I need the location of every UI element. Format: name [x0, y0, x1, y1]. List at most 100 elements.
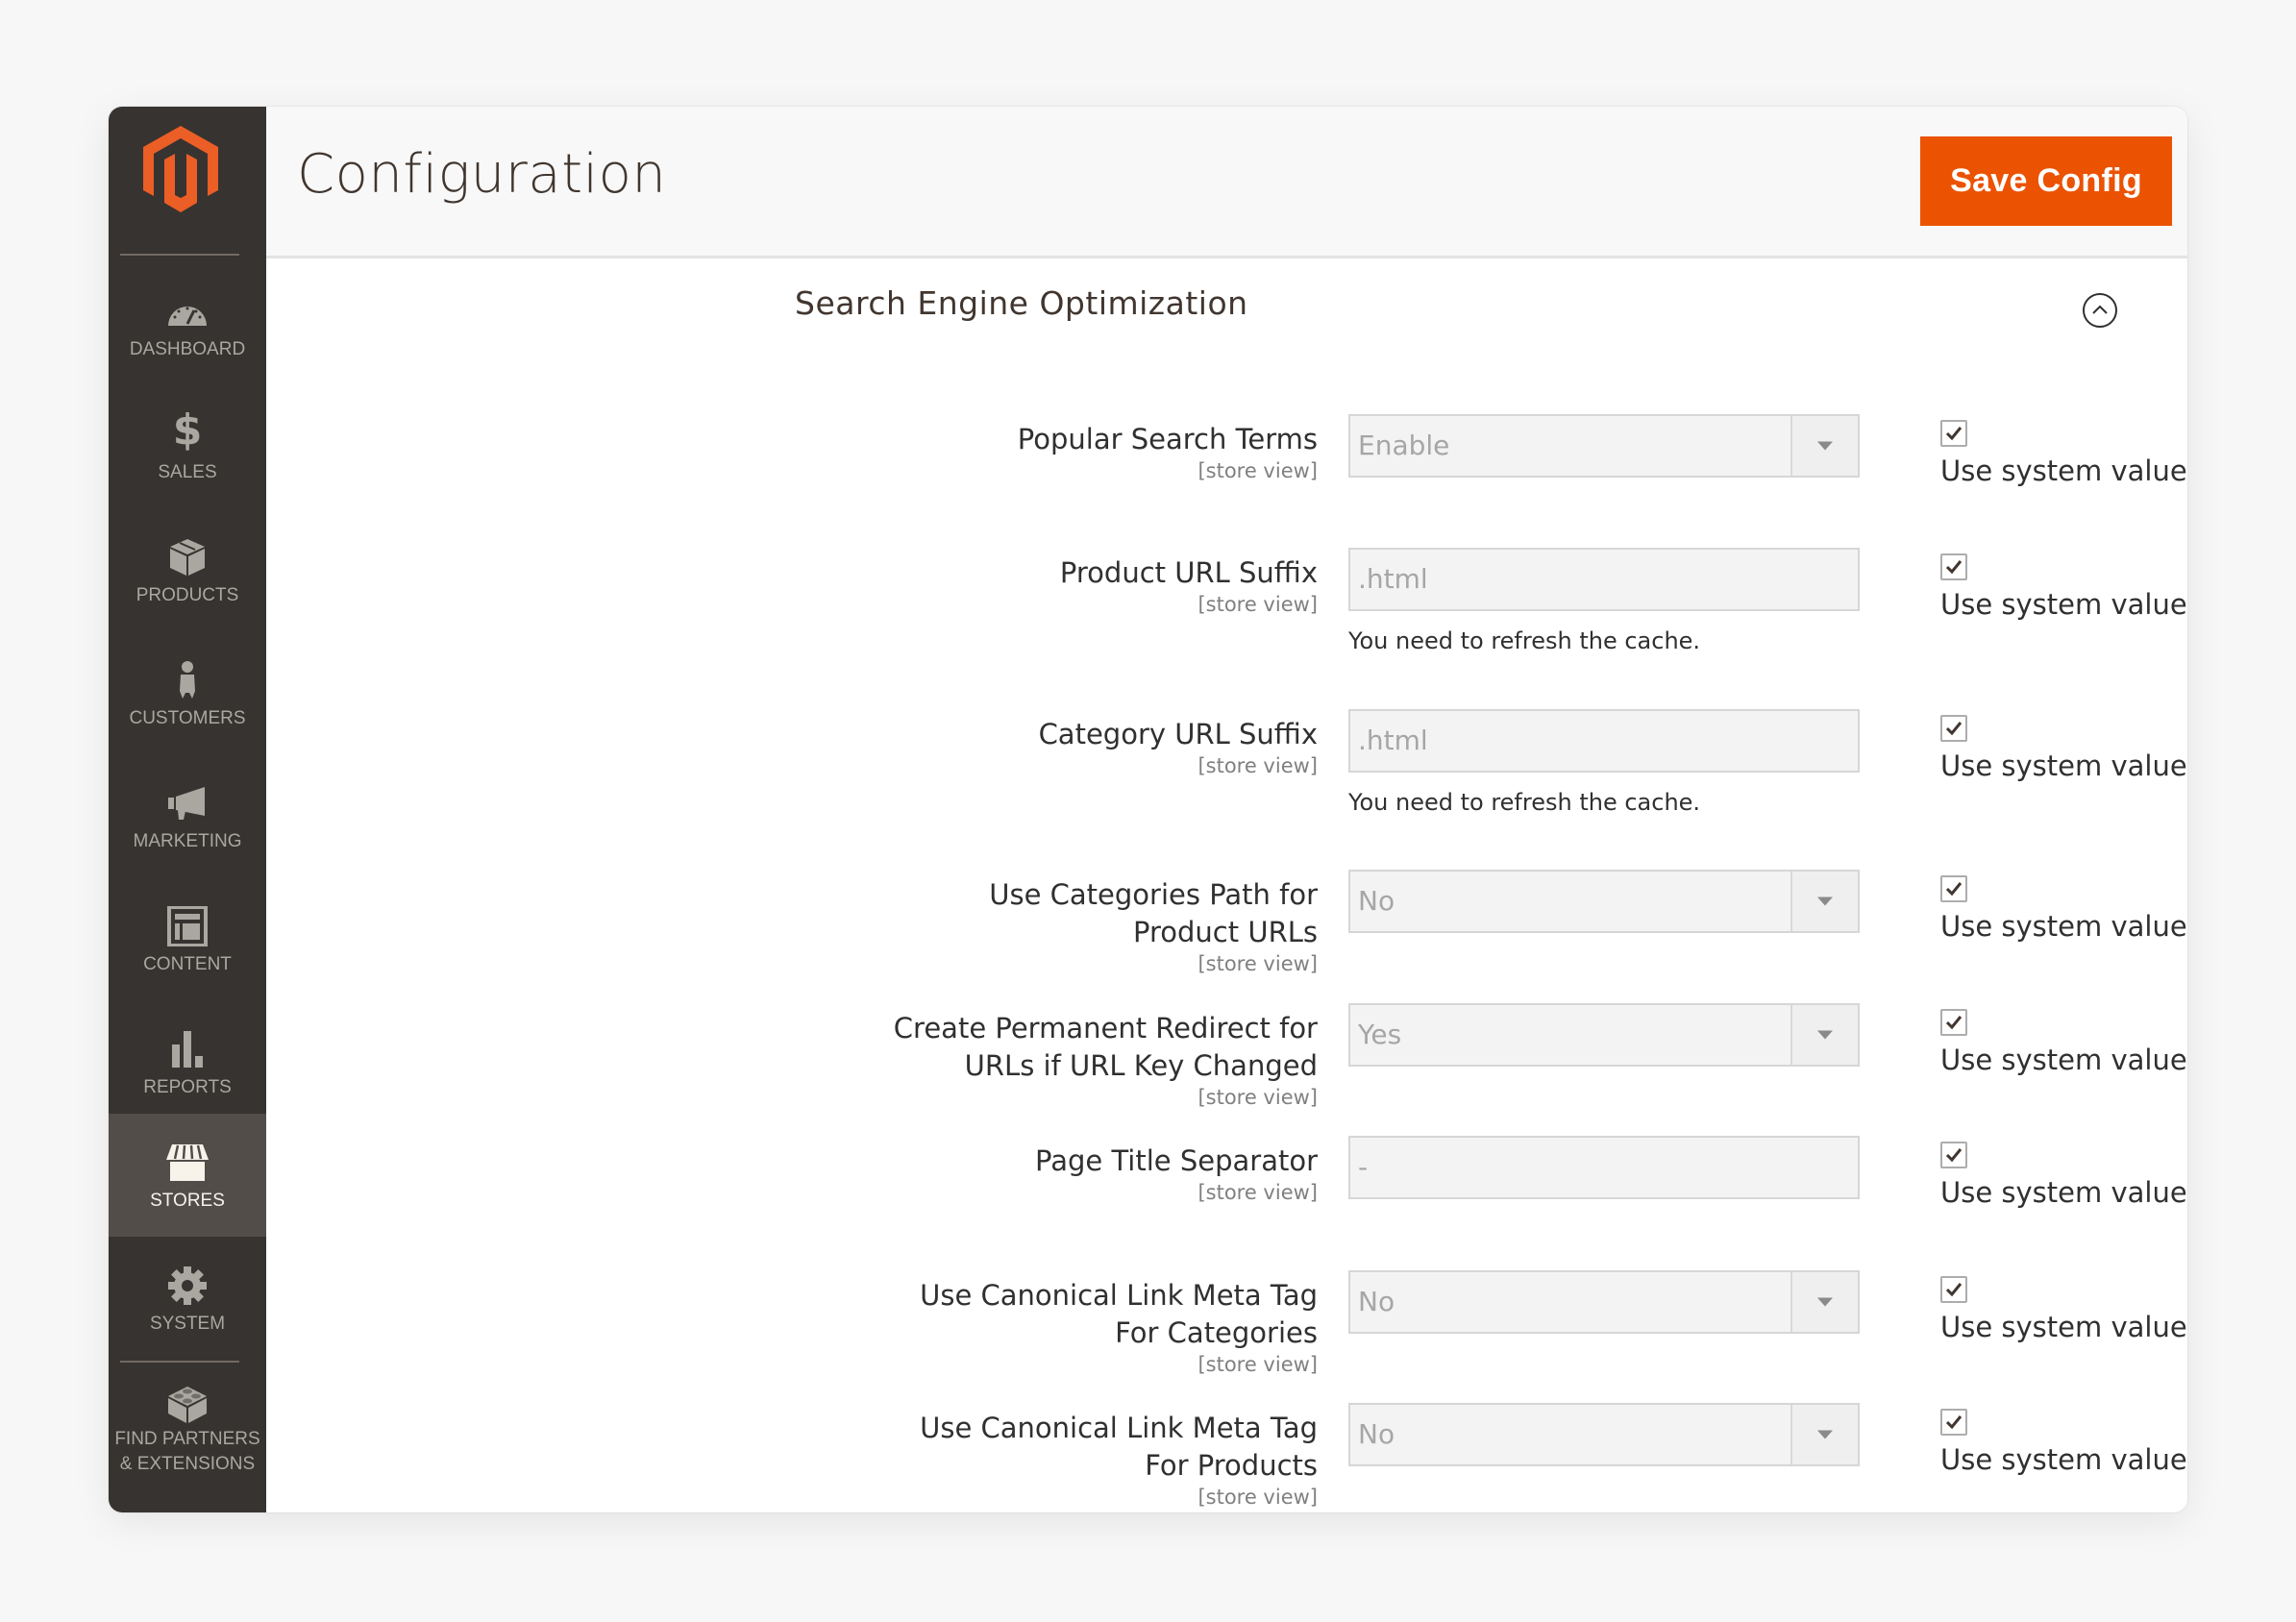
use-system-value-label[interactable]: Use system value	[1940, 1044, 2187, 1076]
field-scope: [store view]	[1197, 754, 1318, 777]
field-scope: [store view]	[1197, 952, 1318, 975]
sidebar-item-label: DASHBOARD	[129, 339, 246, 359]
sidebar-item-label: CONTENT	[143, 954, 232, 974]
bar-chart-icon	[172, 1031, 203, 1068]
collapse-section-icon[interactable]	[2081, 291, 2119, 330]
use-system-value-checkbox[interactable]	[1940, 1009, 1967, 1036]
use-system-value-label[interactable]: Use system value	[1940, 588, 2187, 621]
sidebar-item-stores[interactable]: STORES	[109, 1114, 266, 1237]
use-system-value-label[interactable]: Use system value	[1940, 1443, 2187, 1476]
field-note: You need to refresh the cache.	[1348, 789, 1701, 816]
dropdown-toggle[interactable]	[1790, 1405, 1858, 1464]
select-dropdown[interactable]: No	[1348, 870, 1860, 933]
page-header: Configuration Save Config	[266, 107, 2187, 258]
field-label-block: Product URL Suffix [store view]	[728, 554, 1318, 617]
person-icon	[180, 661, 195, 699]
sidebar-item-system[interactable]: SYSTEM	[109, 1237, 266, 1360]
checkmark-icon	[1945, 1415, 1963, 1430]
select-value: No	[1358, 1286, 1395, 1317]
field-label: Product URL Suffix	[1059, 556, 1318, 589]
dashboard-gauge-icon	[168, 307, 207, 326]
admin-sidebar: DASHBOARD $ SALES PRODUCTS CUSTOMERS MAR…	[109, 107, 266, 1512]
section-title[interactable]: Search Engine Optimization	[795, 284, 1248, 322]
sidebar-item-sales[interactable]: $ SALES	[109, 385, 266, 508]
sidebar-item-products[interactable]: PRODUCTS	[109, 508, 266, 631]
use-system-value-checkbox[interactable]	[1940, 875, 1967, 902]
use-system-value-checkbox[interactable]	[1940, 420, 1967, 447]
chevron-down-icon	[1817, 1430, 1833, 1439]
field-note: You need to refresh the cache.	[1348, 627, 1701, 654]
field-label-block: Popular Search Terms [store view]	[728, 421, 1318, 483]
select-dropdown[interactable]: Enable	[1348, 414, 1860, 478]
select-value: No	[1358, 1418, 1395, 1450]
dropdown-toggle[interactable]	[1790, 416, 1858, 476]
sidebar-item-content[interactable]: CONTENT	[109, 877, 266, 1000]
sidebar-item-label-line1: FIND PARTNERS	[114, 1429, 260, 1449]
sidebar-item-marketing[interactable]: MARKETING	[109, 754, 266, 877]
dropdown-toggle[interactable]	[1790, 1005, 1858, 1065]
field-label: Category URL Suffix	[1038, 718, 1318, 750]
field-scope: [store view]	[1197, 1353, 1318, 1376]
sidebar-item-dashboard[interactable]: DASHBOARD	[109, 262, 266, 385]
box-icon	[170, 539, 205, 576]
use-system-value-label[interactable]: Use system value	[1940, 750, 2187, 782]
field-label-block: Use Canonical Link Meta Tag For Products […	[728, 1410, 1318, 1510]
megaphone-icon	[168, 787, 205, 820]
page-title: Configuration	[297, 143, 667, 206]
field-label-block: Page Title Separator [store view]	[728, 1143, 1318, 1205]
select-dropdown[interactable]: No	[1348, 1270, 1860, 1334]
save-config-button[interactable]: Save Config	[1920, 136, 2172, 226]
select-value: Yes	[1358, 1019, 1402, 1050]
text-input[interactable]: .html	[1348, 709, 1860, 773]
chevron-down-icon	[1817, 897, 1833, 906]
dropdown-toggle[interactable]	[1790, 1272, 1858, 1332]
use-system-value-label[interactable]: Use system value	[1940, 910, 2187, 943]
field-scope: [store view]	[1197, 1181, 1318, 1204]
field-label: Popular Search Terms	[1017, 423, 1318, 455]
field-label-block: Create Permanent Redirect for URLs if URL…	[728, 1010, 1318, 1110]
select-dropdown[interactable]: Yes	[1348, 1003, 1860, 1067]
sidebar-item-label: FIND PARTNERS & EXTENSIONS	[109, 1427, 272, 1477]
use-system-value-label[interactable]: Use system value	[1940, 455, 2187, 487]
checkmark-icon	[1945, 1016, 1963, 1030]
checkmark-icon	[1945, 882, 1963, 897]
field-scope: [store view]	[1197, 459, 1318, 482]
field-label: Product URLs	[1133, 916, 1318, 948]
sidebar-item-reports[interactable]: REPORTS	[109, 1000, 266, 1123]
sidebar-item-customers[interactable]: CUSTOMERS	[109, 631, 266, 754]
use-system-value-checkbox[interactable]	[1940, 553, 1967, 580]
gear-icon	[168, 1266, 207, 1305]
sidebar-item-label-line2: & EXTENSIONS	[119, 1454, 256, 1474]
text-input[interactable]: -	[1348, 1136, 1860, 1199]
field-label: Page Title Separator	[1035, 1144, 1318, 1177]
magento-logo-icon[interactable]	[143, 126, 218, 212]
use-system-value-label[interactable]: Use system value	[1940, 1176, 2187, 1209]
field-label-block: Category URL Suffix [store view]	[728, 716, 1318, 778]
dropdown-toggle[interactable]	[1790, 872, 1858, 931]
field-scope: [store view]	[1197, 1086, 1318, 1109]
dollar-icon: $	[172, 406, 203, 455]
chevron-down-icon	[1817, 1030, 1833, 1040]
field-scope: [store view]	[1197, 1486, 1318, 1509]
lego-block-icon	[168, 1387, 207, 1423]
checkmark-icon	[1945, 560, 1963, 575]
select-dropdown[interactable]: No	[1348, 1403, 1860, 1466]
use-system-value-label[interactable]: Use system value	[1940, 1311, 2187, 1343]
use-system-value-checkbox[interactable]	[1940, 715, 1967, 742]
admin-window: DASHBOARD $ SALES PRODUCTS CUSTOMERS MAR…	[109, 107, 2187, 1512]
field-label-block: Use Canonical Link Meta Tag For Categorie…	[728, 1277, 1318, 1377]
use-system-value-checkbox[interactable]	[1940, 1409, 1967, 1436]
sidebar-item-find-partners[interactable]: FIND PARTNERS & EXTENSIONS	[109, 1365, 266, 1488]
field-label: Use Canonical Link Meta Tag	[920, 1412, 1318, 1444]
use-system-value-checkbox[interactable]	[1940, 1142, 1967, 1168]
use-system-value-checkbox[interactable]	[1940, 1276, 1967, 1303]
sidebar-item-label: CUSTOMERS	[129, 708, 246, 728]
field-label: Use Categories Path for	[989, 878, 1318, 911]
text-input[interactable]: .html	[1348, 548, 1860, 611]
field-scope: [store view]	[1197, 593, 1318, 616]
sidebar-item-label: SALES	[158, 462, 217, 482]
field-label-block: Use Categories Path for Product URLs [stor…	[728, 876, 1318, 976]
field-label: Create Permanent Redirect for	[893, 1012, 1318, 1044]
checkmark-icon	[1945, 1283, 1963, 1297]
sidebar-item-label: SYSTEM	[149, 1314, 226, 1334]
